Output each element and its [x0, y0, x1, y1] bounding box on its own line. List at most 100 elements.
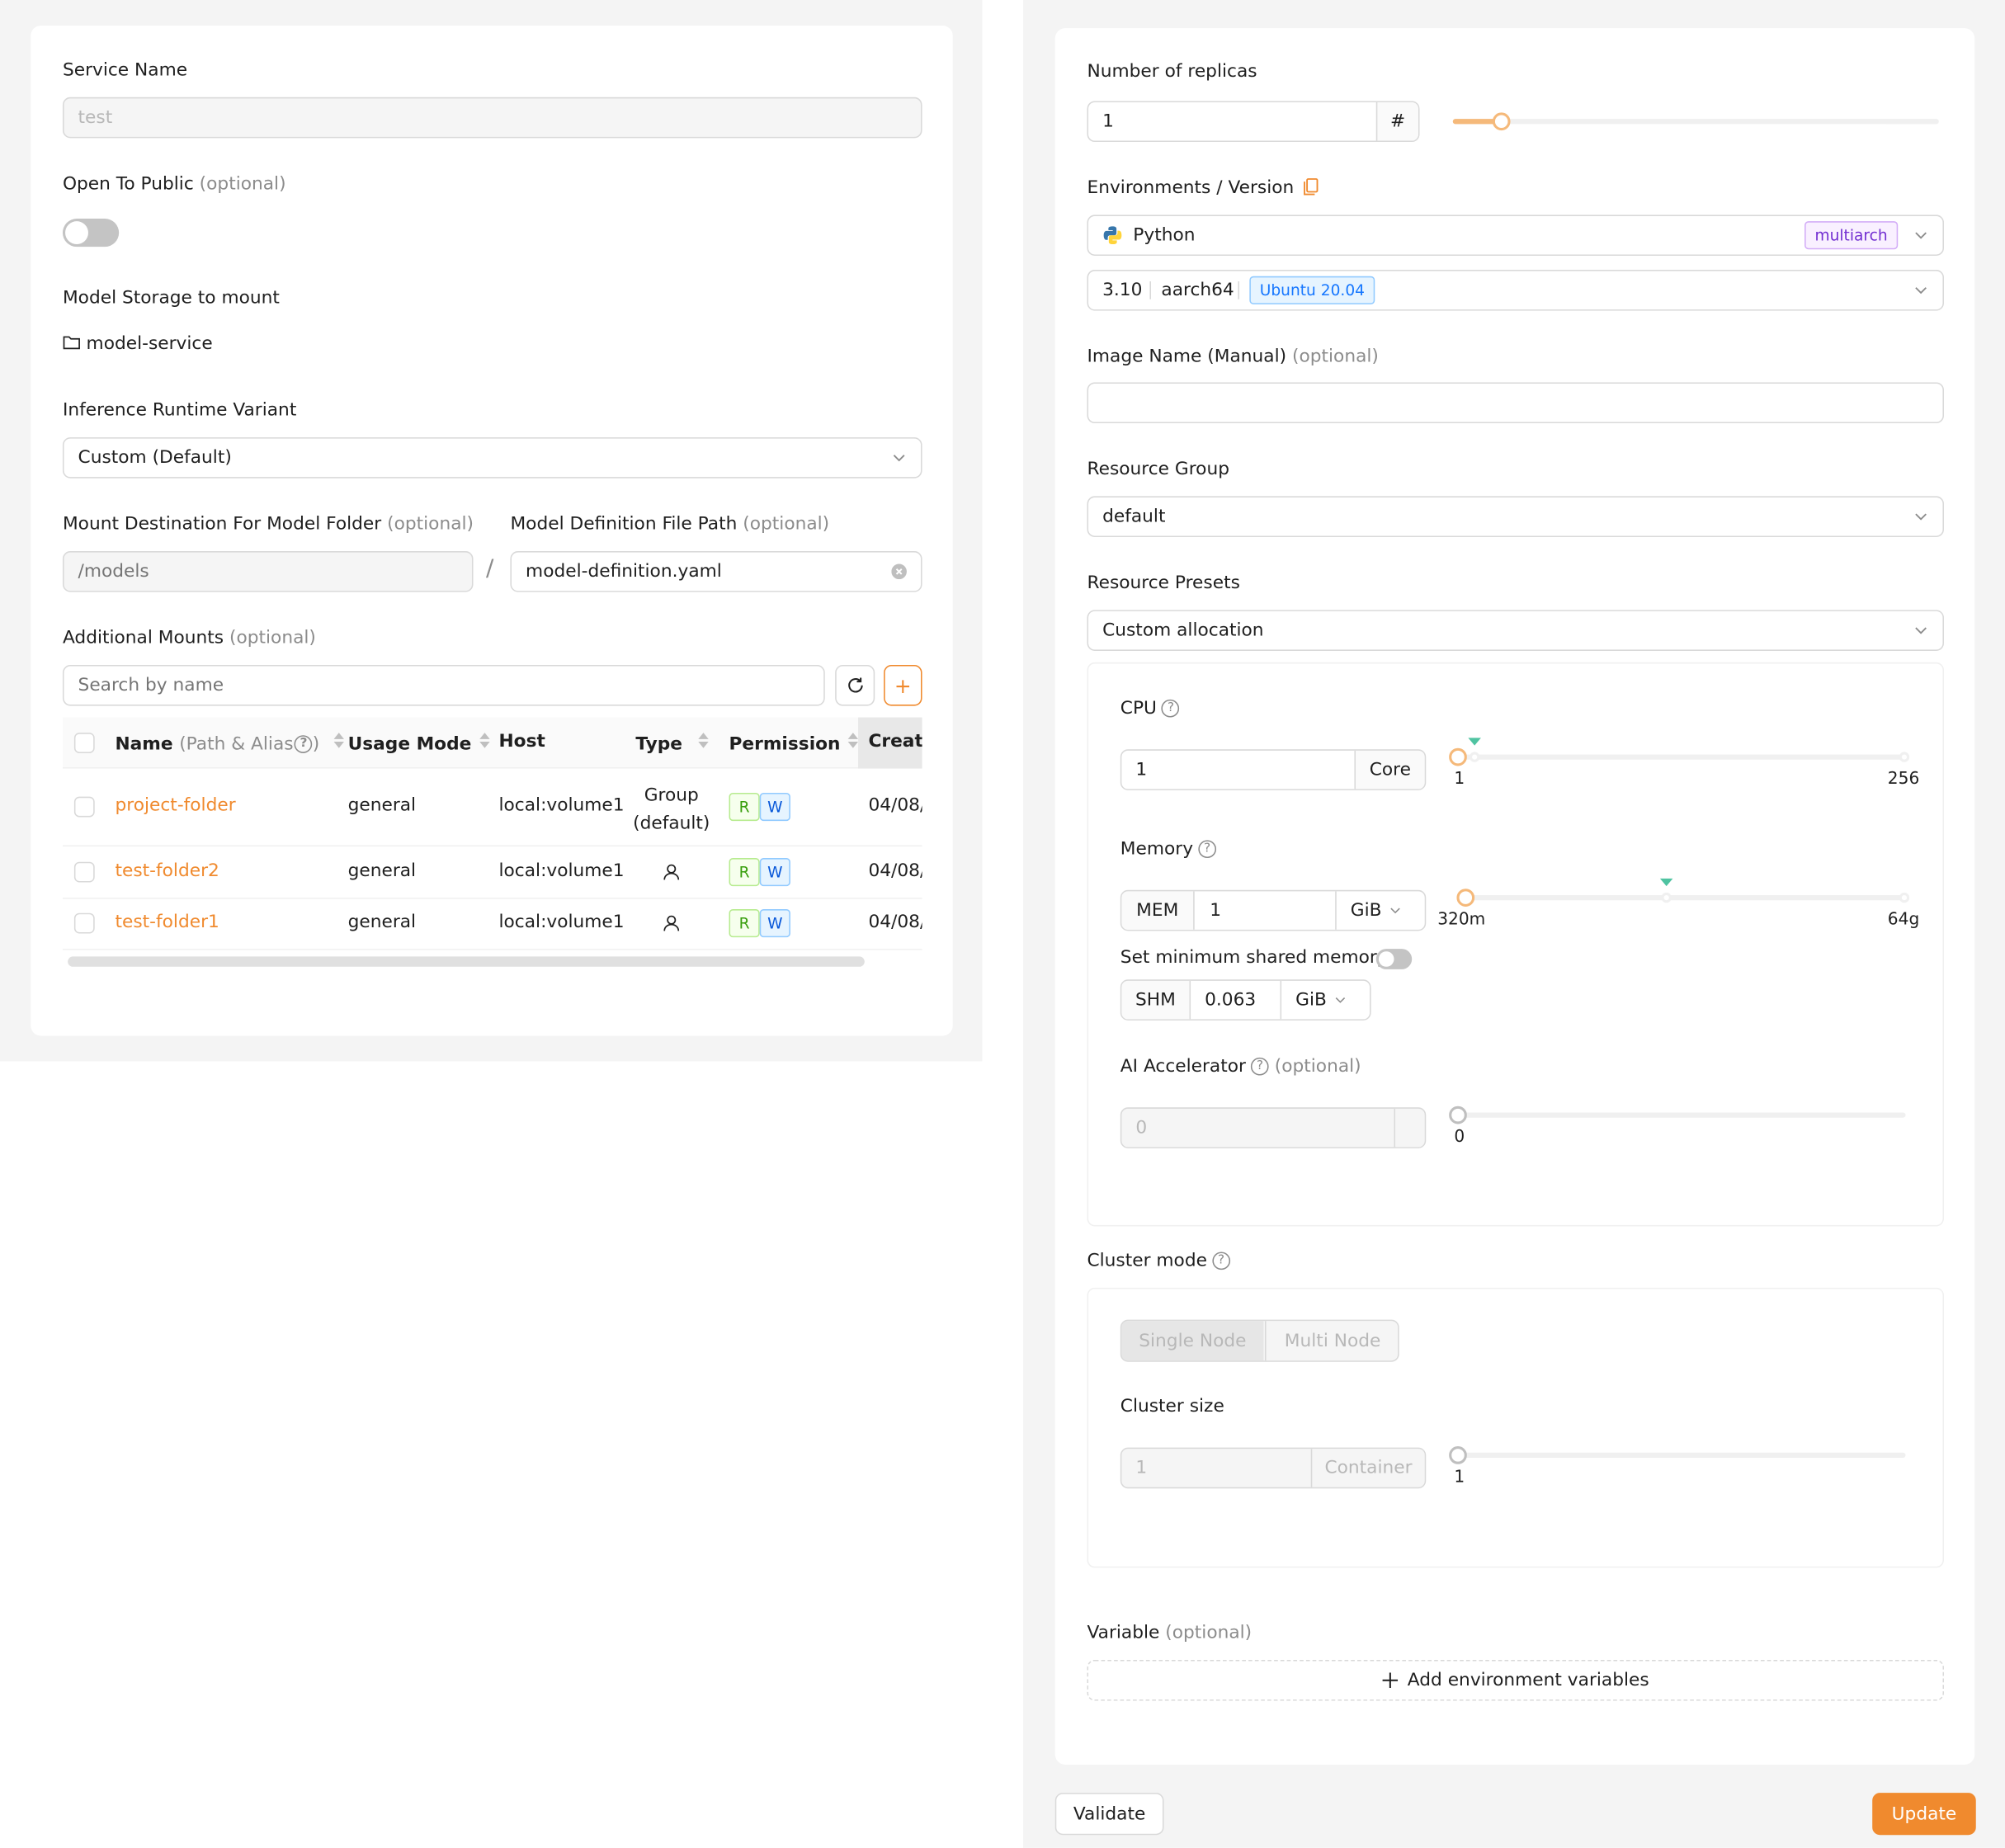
cpu-input[interactable]: 1 Core — [1120, 749, 1427, 790]
definition-path-input[interactable]: model-definition.yaml — [510, 551, 922, 592]
row-checkbox[interactable] — [73, 796, 95, 818]
add-env-variables-label: Add environment variables — [1407, 1670, 1649, 1691]
col-type-header[interactable]: Type — [635, 732, 708, 755]
col-created-text: Create — [868, 731, 922, 752]
sort-icon[interactable] — [697, 732, 708, 750]
shm-unit-select[interactable]: GiB — [1280, 980, 1370, 1020]
multi-node-option[interactable]: Multi Node — [1264, 1321, 1398, 1361]
memory-slider-track[interactable] — [1465, 895, 1906, 901]
update-button[interactable]: Update — [1872, 1793, 1976, 1836]
validate-button[interactable]: Validate — [1054, 1793, 1164, 1836]
help-icon[interactable]: ? — [295, 735, 313, 753]
cluster-size-slider-handle[interactable] — [1449, 1446, 1467, 1464]
memory-step-dot — [1899, 892, 1910, 903]
image-name-input[interactable] — [1087, 382, 1944, 424]
version-separator — [1238, 281, 1239, 299]
resource-group-value: default — [1102, 506, 1166, 527]
accelerator-slider-track[interactable] — [1458, 1112, 1906, 1118]
add-folder-button[interactable]: + — [884, 665, 922, 706]
refresh-button[interactable] — [835, 665, 875, 706]
cpu-min-label: 1 — [1454, 770, 1465, 790]
accelerator-input[interactable]: 0 — [1120, 1107, 1427, 1148]
shm-value: 0.063 — [1205, 989, 1257, 1011]
memory-unit-select[interactable]: GiB — [1335, 891, 1425, 930]
cluster-size-input[interactable]: 1 Container — [1120, 1447, 1427, 1489]
col-permission-header[interactable]: Permission — [729, 732, 859, 755]
definition-path-text: Model Definition File Path — [510, 514, 738, 535]
copy-icon[interactable] — [1304, 177, 1319, 196]
accelerator-addon — [1394, 1108, 1425, 1148]
col-name-text: Name — [115, 733, 173, 755]
chevron-down-icon — [1390, 908, 1401, 914]
col-name-header[interactable]: Name (Path & Alias?) — [116, 732, 344, 755]
mount-destination-label: Mount Destination For Model Folder (opti… — [63, 514, 474, 535]
clear-icon[interactable] — [891, 563, 907, 580]
version-select[interactable]: 3.10 aarch64 Ubuntu 20.04 — [1087, 270, 1944, 311]
environments-label: Environments / Version — [1087, 177, 1319, 198]
col-name-sub: (Path & Alias — [179, 733, 294, 755]
cpu-slider-handle[interactable] — [1449, 747, 1467, 766]
row-checkbox[interactable] — [73, 861, 95, 883]
environment-select[interactable]: Python multiarch — [1087, 214, 1944, 256]
accelerator-slider-handle[interactable] — [1449, 1106, 1467, 1124]
single-node-option[interactable]: Single Node — [1121, 1321, 1264, 1361]
memory-input[interactable]: MEM 1 GiB — [1120, 889, 1427, 931]
refresh-icon — [847, 677, 862, 693]
user-icon — [663, 915, 680, 931]
horizontal-scrollbar[interactable] — [68, 956, 865, 967]
cpu-text: CPU — [1120, 698, 1157, 719]
open-to-public-text: Open To Public — [62, 173, 194, 195]
help-icon[interactable]: ? — [1198, 840, 1216, 859]
cluster-size-slider-track[interactable] — [1458, 1452, 1906, 1458]
col-usage-header[interactable]: Usage Mode — [348, 732, 490, 755]
help-icon[interactable]: ? — [1212, 1252, 1230, 1270]
help-icon[interactable]: ? — [1251, 1057, 1269, 1076]
add-env-variables-button[interactable]: Add environment variables — [1087, 1659, 1944, 1701]
model-storage-label: Model Storage to mount — [62, 287, 280, 309]
replicas-slider-track[interactable] — [1452, 119, 1939, 125]
cpu-value: 1 — [1135, 759, 1148, 780]
cpu-unit: Core — [1354, 750, 1425, 790]
usage-mode-cell: general — [347, 912, 417, 932]
mounts-search-input[interactable] — [62, 665, 825, 706]
replicas-input[interactable]: 1 # — [1087, 101, 1420, 143]
sort-icon[interactable] — [847, 732, 859, 750]
replicas-slider-handle[interactable] — [1492, 112, 1511, 131]
type-line-2: (default) — [633, 813, 710, 834]
type-line-1: Group — [644, 785, 699, 806]
chevron-down-icon — [1336, 997, 1346, 1003]
plus-icon: + — [894, 673, 912, 698]
memory-unit: GiB — [1350, 900, 1382, 921]
shm-label: Set minimum shared memory — [1120, 947, 1388, 969]
memory-max-label: 64g — [1887, 910, 1920, 930]
sort-icon[interactable] — [333, 732, 344, 750]
shm-input[interactable]: SHM 0.063 GiB — [1120, 979, 1371, 1021]
cpu-slider-track[interactable] — [1458, 754, 1906, 760]
help-icon[interactable]: ? — [1162, 699, 1180, 718]
folder-link[interactable]: test-folder2 — [116, 860, 219, 881]
folder-link[interactable]: project-folder — [116, 795, 236, 816]
open-to-public-toggle[interactable] — [62, 219, 120, 248]
optional-hint: (optional) — [199, 173, 286, 195]
environments-text: Environments / Version — [1087, 177, 1295, 199]
python-icon — [1103, 226, 1122, 245]
sort-icon[interactable] — [479, 732, 490, 750]
memory-default-marker — [1659, 878, 1673, 887]
select-all-checkbox[interactable] — [73, 733, 95, 753]
optional-hint: (optional) — [229, 628, 316, 648]
col-created-header[interactable]: Create — [858, 717, 922, 769]
accelerator-label: AI Accelerator? (optional) — [1120, 1056, 1361, 1077]
resource-group-select[interactable]: default — [1087, 496, 1944, 537]
mount-destination-input[interactable] — [62, 551, 474, 592]
additional-mounts-label: Additional Mounts (optional) — [63, 628, 316, 648]
memory-slider-handle[interactable] — [1456, 889, 1475, 907]
row-checkbox[interactable] — [73, 912, 95, 934]
folder-link[interactable]: test-folder1 — [116, 912, 219, 932]
shm-toggle[interactable] — [1375, 949, 1413, 969]
service-name-input[interactable]: test — [62, 97, 922, 139]
optional-hint: (optional) — [743, 514, 830, 535]
replicas-addon: # — [1375, 102, 1418, 141]
runtime-variant-select[interactable]: Custom (Default) — [62, 437, 922, 478]
type-cell: Group (default) — [625, 781, 718, 837]
resource-presets-select[interactable]: Custom allocation — [1087, 610, 1944, 651]
